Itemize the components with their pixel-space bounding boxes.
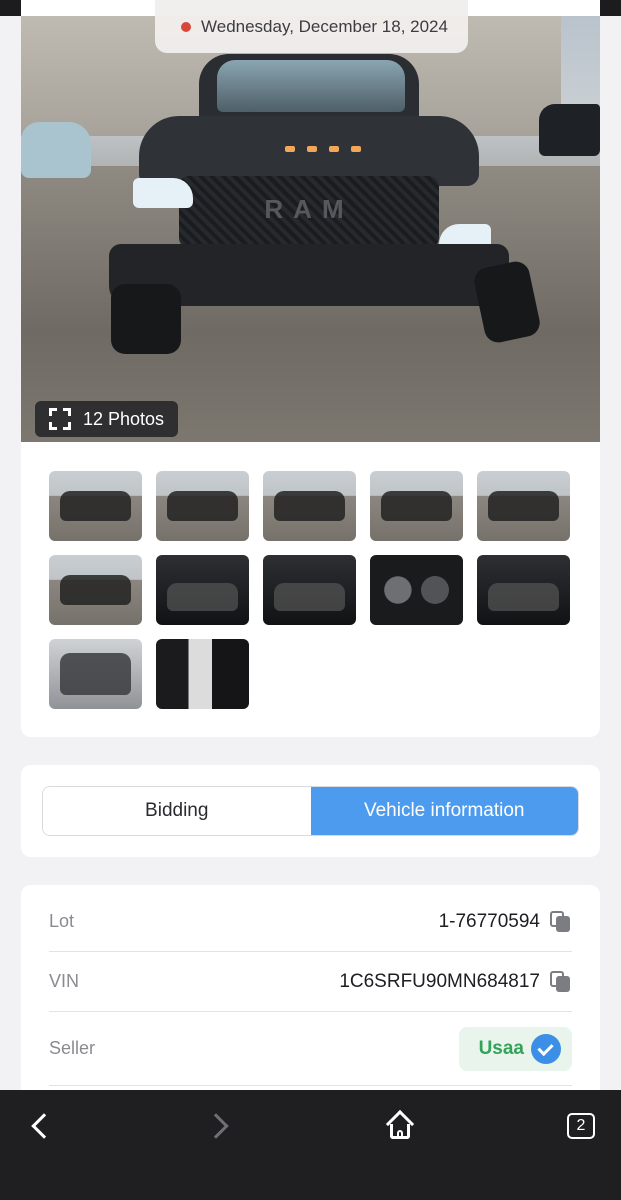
photo-thumbnail[interactable] bbox=[370, 555, 463, 625]
photo-thumbnail[interactable] bbox=[477, 471, 570, 541]
sale-date-badge: Wednesday, December 18, 2024 bbox=[155, 0, 468, 53]
tab-bidding[interactable]: Bidding bbox=[43, 787, 311, 835]
copy-icon[interactable] bbox=[550, 910, 572, 933]
photo-thumbnail[interactable] bbox=[156, 639, 249, 709]
photo-count-label: 12 Photos bbox=[83, 408, 165, 429]
lot-number: 1-76770594 bbox=[438, 910, 540, 932]
truck-windshield bbox=[217, 60, 405, 112]
truck-badge: RAM bbox=[264, 194, 354, 224]
home-icon bbox=[385, 1109, 415, 1140]
lot-label: Lot bbox=[49, 911, 75, 931]
chevron-right-icon bbox=[203, 1113, 229, 1139]
home-button[interactable] bbox=[376, 1102, 424, 1150]
forward-button[interactable] bbox=[196, 1102, 244, 1150]
lot-row: Lot 1-76770594 bbox=[49, 892, 572, 952]
hood-marker-light bbox=[351, 146, 361, 152]
hood-marker-light bbox=[307, 146, 317, 152]
hood-marker-light bbox=[285, 146, 295, 152]
seller-row: Seller Usaa bbox=[49, 1012, 572, 1086]
tire-left bbox=[111, 284, 181, 354]
tab-vehicle-information[interactable]: Vehicle information bbox=[310, 787, 578, 835]
vin-label: VIN bbox=[49, 971, 80, 991]
seller-name: Usaa bbox=[478, 1037, 524, 1059]
seller-badge[interactable]: Usaa bbox=[458, 1026, 572, 1071]
photo-thumbnail[interactable] bbox=[49, 639, 142, 709]
photo-thumbnail[interactable] bbox=[263, 555, 356, 625]
copy-icon[interactable] bbox=[550, 970, 572, 993]
browser-toolbar: 2 bbox=[0, 1090, 621, 1200]
sale-date: Wednesday, December 18, 2024 bbox=[201, 16, 448, 36]
photo-thumbnail[interactable] bbox=[477, 555, 570, 625]
live-dot-icon bbox=[181, 21, 191, 32]
view-all-photos-button[interactable]: 12 Photos bbox=[35, 401, 179, 437]
tab-count-icon: 2 bbox=[567, 1113, 595, 1139]
headlight-left bbox=[133, 178, 193, 208]
photo-background-car bbox=[21, 122, 91, 178]
main-vehicle-photo[interactable]: RAM 12 Photos bbox=[21, 16, 600, 442]
gallery-card: RAM 12 Photos Wednesday, December 18, 20… bbox=[21, 0, 600, 737]
tabs-button[interactable]: 2 bbox=[557, 1102, 605, 1150]
segmented-tabs: Bidding Vehicle information bbox=[42, 786, 579, 836]
thumbnail-grid bbox=[49, 471, 573, 709]
vin-number: 1C6SRFU90MN684817 bbox=[339, 970, 540, 992]
photo-thumbnail[interactable] bbox=[156, 555, 249, 625]
photo-thumbnail[interactable] bbox=[263, 471, 356, 541]
back-button[interactable] bbox=[16, 1102, 64, 1150]
photo-background-car-right bbox=[539, 104, 600, 156]
verified-check-icon bbox=[534, 1036, 558, 1061]
expand-icon bbox=[49, 408, 71, 430]
photo-thumbnail[interactable] bbox=[49, 555, 142, 625]
photo-thumbnail[interactable] bbox=[49, 471, 142, 541]
chevron-left-icon bbox=[31, 1113, 57, 1139]
vin-row: VIN 1C6SRFU90MN684817 bbox=[49, 952, 572, 1012]
photo-thumbnail[interactable] bbox=[156, 471, 249, 541]
hood-marker-light bbox=[329, 146, 339, 152]
seller-label: Seller bbox=[49, 1038, 96, 1058]
truck-illustration: RAM bbox=[99, 54, 543, 354]
photo-thumbnail[interactable] bbox=[370, 471, 463, 541]
tabs-card: Bidding Vehicle information bbox=[21, 765, 600, 857]
